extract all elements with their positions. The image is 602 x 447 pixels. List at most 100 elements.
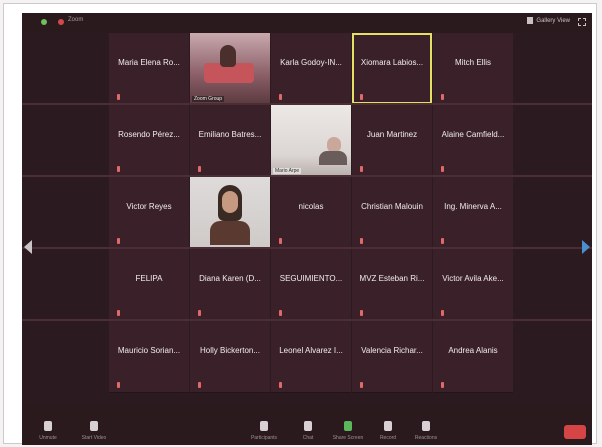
participant-name: Mauricio Sorian... — [117, 346, 181, 355]
start-video-button[interactable]: Start Video — [74, 421, 114, 441]
participant-tile[interactable]: Karla Godoy-IN... — [271, 33, 351, 105]
muted-mic-icon — [441, 94, 444, 100]
muted-mic-icon — [360, 238, 363, 244]
top-bar: Zoom Gallery View — [22, 13, 592, 33]
participant-tile[interactable]: Victor Avila Ake... — [433, 249, 513, 321]
participant-tile[interactable]: Victor Reyes — [109, 177, 189, 249]
participant-name: Rosendo Pérez... — [118, 130, 180, 139]
participant-tile[interactable]: Valencia Richar... — [352, 321, 432, 393]
participant-tile[interactable]: Ing. Minerva A... — [433, 177, 513, 249]
muted-mic-icon — [441, 382, 444, 388]
participant-video: Mario Arpe — [271, 105, 351, 176]
participant-tile[interactable]: Alaine Camfield... — [433, 105, 513, 177]
record-button[interactable]: Record — [368, 421, 408, 441]
participant-name: Emiliano Batres... — [198, 130, 262, 139]
microphone-icon — [44, 421, 52, 431]
muted-mic-icon — [198, 382, 201, 388]
reactions-emoji-icon — [422, 421, 430, 431]
muted-mic-icon — [279, 382, 282, 388]
participant-name: MVZ Esteban Ri... — [359, 274, 425, 283]
participant-tile[interactable]: SEGUIMIENTO... — [271, 249, 351, 321]
participant-name: Ing. Minerva A... — [444, 202, 502, 211]
reactions-label: Reactions — [414, 435, 438, 441]
fullscreen-icon[interactable] — [578, 18, 586, 26]
participant-name: Andrea Alanis — [448, 346, 498, 355]
mute-label: Unmute — [39, 435, 57, 441]
participant-tile[interactable]: Leonel Alvarez I... — [271, 321, 351, 393]
participant-name: FELIPA — [135, 274, 163, 283]
participant-tile[interactable]: Mitch Ellis — [433, 33, 513, 105]
muted-mic-icon — [360, 166, 363, 172]
security-shield-icon[interactable] — [41, 19, 47, 25]
mute-button[interactable]: Unmute — [28, 421, 68, 441]
participant-video: Zoom Group — [190, 33, 270, 104]
record-label: Record — [379, 435, 397, 441]
participant-name: Xiomara Labios... — [360, 58, 424, 67]
muted-mic-icon — [360, 94, 363, 100]
participant-name: SEGUIMIENTO... — [279, 274, 343, 283]
reactions-button[interactable]: Reactions — [406, 421, 446, 441]
participant-name: Mitch Ellis — [454, 58, 491, 67]
muted-mic-icon — [279, 94, 282, 100]
muted-mic-icon — [360, 310, 363, 316]
chat-bubble-icon — [304, 421, 312, 431]
muted-mic-icon — [441, 310, 444, 316]
video-name-label: Mario Arpe — [273, 168, 302, 174]
participant-video — [190, 177, 270, 248]
participant-name: Victor Reyes — [126, 202, 172, 211]
participant-tile[interactable]: Emiliano Batres... — [190, 105, 270, 177]
participant-tile[interactable]: Rosendo Pérez... — [109, 105, 189, 177]
view-label: Gallery View — [536, 17, 570, 24]
participant-tile-active-speaker[interactable]: Xiomara Labios... — [352, 33, 432, 105]
muted-mic-icon — [279, 238, 282, 244]
row-divider — [22, 175, 592, 177]
participant-name: Karla Godoy-IN... — [280, 58, 342, 67]
participant-tile[interactable]: Mauricio Sorian... — [109, 321, 189, 393]
video-camera-icon — [90, 421, 98, 431]
muted-mic-icon — [117, 382, 120, 388]
participant-tile[interactable]: MVZ Esteban Ri... — [352, 249, 432, 321]
participant-name: Juan Martinez — [366, 130, 418, 139]
participant-tile[interactable]: Andrea Alanis — [433, 321, 513, 393]
share-screen-button[interactable]: Share Screen — [328, 421, 368, 441]
muted-mic-icon — [441, 238, 444, 244]
participant-tile[interactable]: FELIPA — [109, 249, 189, 321]
participant-name: Valencia Richar... — [361, 346, 423, 355]
participant-name: Diana Karen (D... — [199, 274, 261, 283]
previous-page-arrow-icon[interactable] — [24, 240, 32, 254]
row-divider — [22, 319, 592, 321]
muted-mic-icon — [117, 238, 120, 244]
participants-icon — [260, 421, 268, 431]
participant-tile[interactable]: Maria Elena Ro... — [109, 33, 189, 105]
participant-tile[interactable]: Christian Malouin — [352, 177, 432, 249]
participant-video-tile[interactable]: Zoom Group — [190, 33, 270, 105]
share-label: Share Screen — [332, 435, 364, 441]
participants-button[interactable]: Participants — [244, 421, 284, 441]
muted-mic-icon — [117, 310, 120, 316]
muted-mic-icon — [441, 166, 444, 172]
participant-tile[interactable]: nicolas — [271, 177, 351, 249]
participant-name: Holly Bickerton... — [199, 346, 261, 355]
muted-mic-icon — [198, 310, 201, 316]
view-toggle-button[interactable]: Gallery View — [527, 17, 570, 24]
participant-name: nicolas — [298, 202, 324, 211]
muted-mic-icon — [279, 310, 282, 316]
video-name-label: Zoom Group — [192, 96, 225, 102]
participant-tile[interactable]: Juan Martinez — [352, 105, 432, 177]
meeting-info[interactable]: Zoom — [68, 17, 83, 23]
participants-label: Participants — [250, 435, 278, 441]
share-screen-icon — [344, 421, 352, 431]
record-icon — [384, 421, 392, 431]
muted-mic-icon — [117, 94, 120, 100]
participant-tile[interactable]: Diana Karen (D... — [190, 249, 270, 321]
row-divider — [22, 247, 592, 249]
participant-video-tile[interactable]: Mario Arpe — [271, 105, 351, 177]
participant-tile[interactable]: Holly Bickerton... — [190, 321, 270, 393]
row-divider — [22, 103, 592, 105]
end-meeting-button[interactable] — [564, 425, 586, 439]
participant-name: Victor Avila Ake... — [442, 274, 504, 283]
chat-button[interactable]: Chat — [288, 421, 328, 441]
zoom-meeting-window: Zoom Gallery View Maria Elena Ro... Zoom… — [22, 13, 592, 445]
participant-video-tile[interactable] — [190, 177, 270, 249]
next-page-arrow-icon[interactable] — [582, 240, 590, 254]
